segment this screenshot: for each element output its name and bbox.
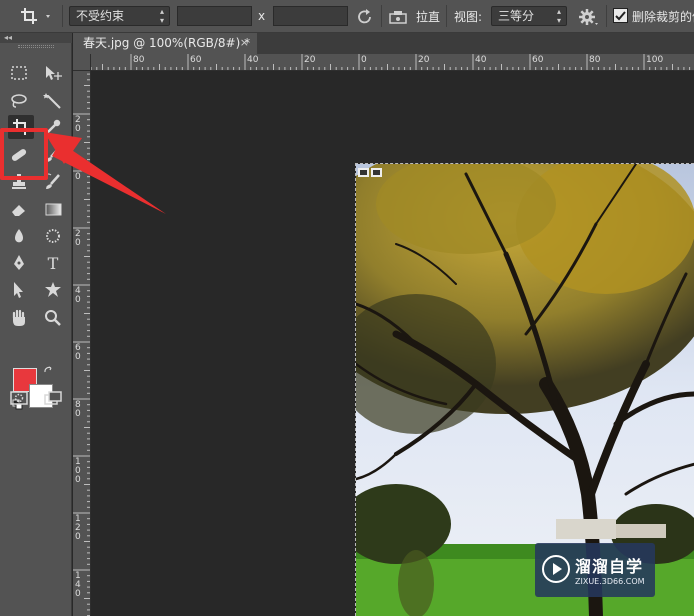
watermark: 溜溜自学 ZIXUE.3D66.COM	[535, 543, 655, 597]
watermark-title: 溜溜自学	[575, 557, 644, 576]
annotation-arrow	[44, 132, 166, 214]
play-logo-icon	[541, 554, 571, 584]
photoshop-window: 不受约束 ▴ ▾ x 拉直 视图: 三等分 ▴ ▾ 删除裁剪的 ◂◂ T 春天.…	[0, 0, 694, 616]
watermark-subtitle: ZIXUE.3D66.COM	[575, 577, 645, 586]
